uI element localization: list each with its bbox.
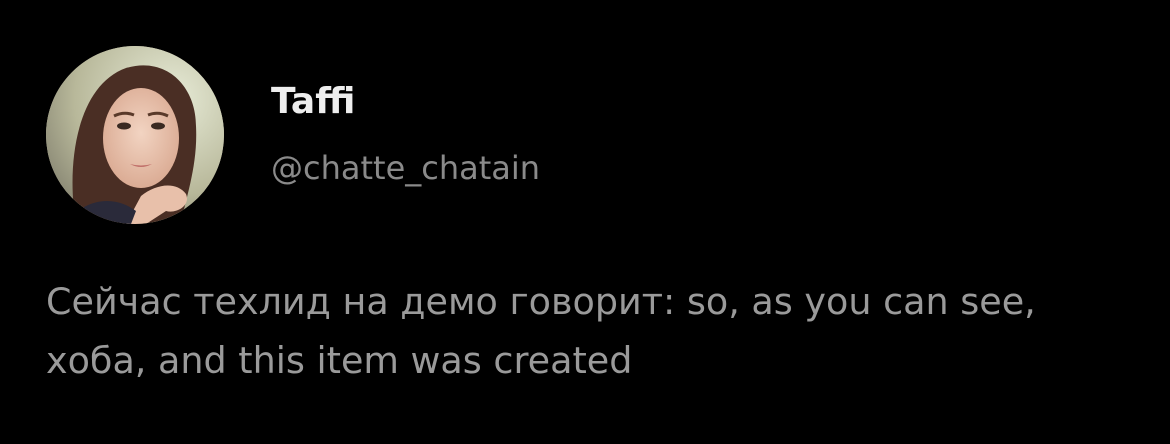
tweet-card: Taffi @chatte_chatain Сейчас техлид на д… [0, 0, 1170, 444]
avatar-photo-icon [46, 46, 224, 224]
author-display-name[interactable]: Taffi [271, 80, 355, 124]
tweet-text: Сейчас техлид на демо говорит: so, as yo… [46, 280, 1036, 382]
author-handle[interactable]: @chatte_chatain [271, 146, 540, 190]
avatar[interactable] [46, 46, 224, 224]
